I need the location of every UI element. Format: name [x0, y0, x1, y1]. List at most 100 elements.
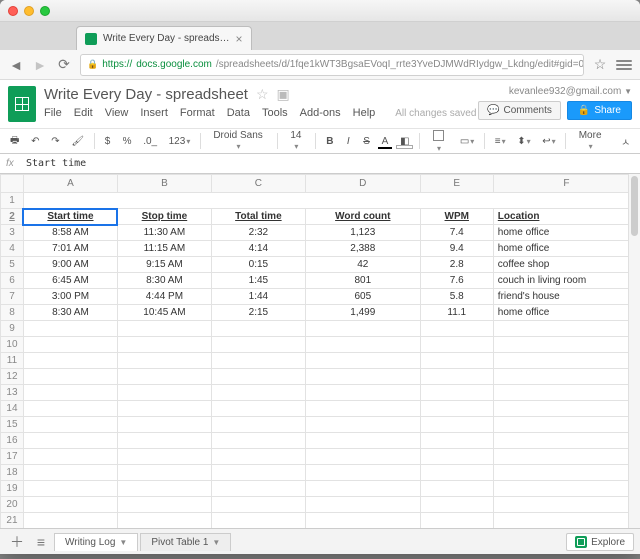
comments-button[interactable]: 💬Comments — [478, 101, 561, 120]
cell[interactable]: 10:45 AM — [117, 305, 211, 321]
cell[interactable]: home office — [493, 305, 639, 321]
browser-tab[interactable]: Write Every Day - spreads… × — [76, 26, 252, 50]
menu-insert[interactable]: Insert — [140, 107, 168, 119]
move-folder-icon[interactable]: ▣ — [277, 86, 290, 103]
cell[interactable]: 4:44 PM — [117, 289, 211, 305]
italic-button[interactable]: I — [341, 136, 355, 147]
explore-button[interactable]: Explore — [566, 533, 634, 551]
cell[interactable]: 2:32 — [211, 225, 305, 241]
chrome-menu-icon[interactable] — [616, 60, 632, 70]
cell[interactable]: 8:30 AM — [23, 305, 117, 321]
wrap-button[interactable]: ↩▾ — [538, 136, 559, 147]
cell[interactable]: 2.8 — [420, 257, 493, 273]
cell[interactable]: 7:01 AM — [23, 241, 117, 257]
cell[interactable]: 7.4 — [420, 225, 493, 241]
cell[interactable]: Total time — [211, 209, 305, 225]
number-format-button[interactable]: 123▾ — [165, 136, 194, 147]
row-header[interactable]: 18 — [1, 465, 24, 481]
menu-help[interactable]: Help — [353, 107, 376, 119]
cell[interactable]: couch in living room — [493, 273, 639, 289]
halign-button[interactable]: ≡▾ — [491, 136, 509, 147]
row-header[interactable]: 6 — [1, 273, 24, 289]
cell[interactable]: WPM — [420, 209, 493, 225]
menu-tools[interactable]: Tools — [262, 107, 288, 119]
cell[interactable]: friend's house — [493, 289, 639, 305]
cell[interactable]: 11:30 AM — [117, 225, 211, 241]
cell[interactable]: Location — [493, 209, 639, 225]
row-header[interactable]: 10 — [1, 337, 24, 353]
row-header[interactable]: 21 — [1, 513, 24, 529]
cell[interactable]: 5.8 — [420, 289, 493, 305]
cell[interactable]: 605 — [305, 289, 420, 305]
toolbar-more-button[interactable]: More ▾ — [572, 130, 609, 152]
document-title[interactable]: Write Every Day - spreadsheet — [44, 86, 248, 103]
cell[interactable]: 2,388 — [305, 241, 420, 257]
cell[interactable]: 6:45 AM — [23, 273, 117, 289]
cell[interactable]: 9.4 — [420, 241, 493, 257]
currency-button[interactable]: $ — [101, 136, 115, 147]
row-header[interactable]: 19 — [1, 481, 24, 497]
row-header[interactable]: 3 — [1, 225, 24, 241]
row-header[interactable]: 8 — [1, 305, 24, 321]
scrollbar-thumb[interactable] — [631, 176, 638, 236]
cell[interactable]: 2:15 — [211, 305, 305, 321]
account-email[interactable]: kevanlee932@gmail.com ▼ — [509, 86, 632, 97]
row-header[interactable]: 16 — [1, 433, 24, 449]
cell[interactable]: 0:15 — [211, 257, 305, 273]
cell[interactable]: home office — [493, 241, 639, 257]
cell[interactable]: Word count — [305, 209, 420, 225]
cell[interactable]: 8:58 AM — [23, 225, 117, 241]
all-sheets-button[interactable]: ≡ — [30, 532, 52, 552]
menu-format[interactable]: Format — [180, 107, 215, 119]
formula-bar[interactable]: fx Start time — [0, 154, 640, 174]
row-header[interactable]: 15 — [1, 417, 24, 433]
font-size-selector[interactable]: 14 ▾ — [284, 130, 310, 152]
cell[interactable]: 8:30 AM — [117, 273, 211, 289]
cell[interactable]: 1,499 — [305, 305, 420, 321]
address-bar[interactable]: 🔒 https://docs.google.com/spreadsheets/d… — [80, 54, 584, 76]
sheet-tab[interactable]: Pivot Table 1▼ — [140, 533, 231, 551]
merge-button[interactable]: ▭▾ — [456, 136, 478, 147]
text-color-button[interactable]: A — [378, 136, 392, 147]
back-icon[interactable]: ◄ — [8, 57, 24, 73]
close-window-button[interactable] — [8, 6, 18, 16]
row-header[interactable]: 9 — [1, 321, 24, 337]
cell[interactable]: 9:00 AM — [23, 257, 117, 273]
row-header[interactable]: 5 — [1, 257, 24, 273]
cell[interactable]: 1:45 — [211, 273, 305, 289]
cell[interactable]: 1,123 — [305, 225, 420, 241]
cell[interactable]: home office — [493, 225, 639, 241]
row-header[interactable]: 14 — [1, 401, 24, 417]
menu-addons[interactable]: Add-ons — [300, 107, 341, 119]
redo-icon[interactable]: ↷ — [47, 136, 63, 147]
print-icon[interactable]: 🖶 — [6, 133, 23, 150]
menu-file[interactable]: File — [44, 107, 62, 119]
cell[interactable]: 42 — [305, 257, 420, 273]
row-header[interactable]: 12 — [1, 369, 24, 385]
reload-icon[interactable]: ⟳ — [56, 57, 72, 73]
zoom-window-button[interactable] — [40, 6, 50, 16]
menu-data[interactable]: Data — [227, 107, 250, 119]
share-button[interactable]: 🔒Share — [567, 101, 632, 120]
cell[interactable]: 801 — [305, 273, 420, 289]
cell[interactable]: 4:14 — [211, 241, 305, 257]
borders-button[interactable]: ▾ — [426, 129, 452, 154]
row-header[interactable]: 20 — [1, 497, 24, 513]
cell[interactable]: 11.1 — [420, 305, 493, 321]
row-header[interactable]: 4 — [1, 241, 24, 257]
row-header[interactable]: 13 — [1, 385, 24, 401]
sheets-logo-icon[interactable] — [8, 86, 36, 122]
cell[interactable]: 11:15 AM — [117, 241, 211, 257]
cell[interactable]: 3:00 PM — [23, 289, 117, 305]
row-header[interactable]: 1 — [1, 193, 24, 209]
cell[interactable]: coffee shop — [493, 257, 639, 273]
close-tab-icon[interactable]: × — [236, 32, 243, 46]
select-all-cell[interactable] — [1, 175, 24, 193]
valign-button[interactable]: ⬍▾ — [513, 136, 534, 147]
col-header[interactable]: A — [23, 175, 117, 193]
toolbar-collapse-icon[interactable]: ㅅ — [617, 134, 634, 149]
col-header[interactable]: E — [420, 175, 493, 193]
forward-icon[interactable]: ► — [32, 57, 48, 73]
star-doc-icon[interactable]: ☆ — [256, 86, 269, 103]
decimal-button[interactable]: .0_ — [139, 136, 160, 147]
